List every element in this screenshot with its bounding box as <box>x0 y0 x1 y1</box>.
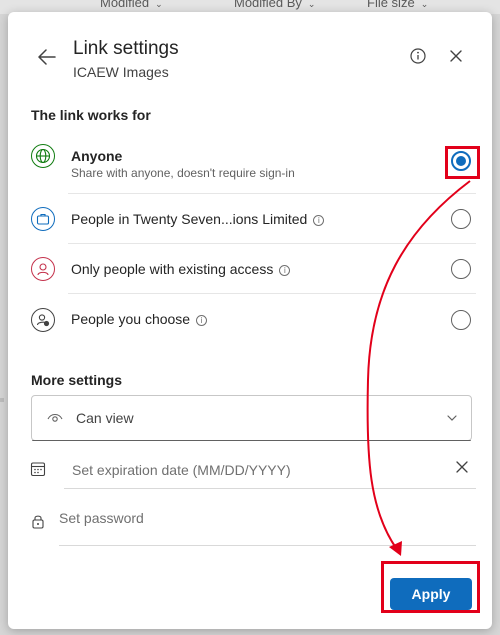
link-settings-dialog: Link settings ICAEW Images The link work… <box>8 12 492 629</box>
chevron-down-icon: ⌄ <box>307 0 316 9</box>
info-icon[interactable]: i <box>196 315 208 326</box>
option-existing-access[interactable]: Only people with existing access i <box>30 244 476 294</box>
column-header-modified[interactable]: Modified ⌄ <box>100 0 163 10</box>
more-settings-label: More settings <box>31 372 123 388</box>
field-underline <box>64 488 476 489</box>
option-people-in-organization[interactable]: People in Twenty Seven...ions Limited i <box>30 194 476 244</box>
background-fragment <box>0 398 4 402</box>
close-icon <box>450 50 462 62</box>
password-placeholder: Set password <box>59 510 144 526</box>
back-button[interactable] <box>36 46 58 68</box>
close-button[interactable] <box>447 47 465 65</box>
radio-existing-access[interactable] <box>451 259 471 279</box>
clear-date-icon[interactable] <box>455 460 469 474</box>
expiration-date-field[interactable]: Set expiration date (MM/DD/YYYY) <box>30 453 476 489</box>
chevron-down-icon <box>447 415 457 421</box>
people-settings-icon <box>31 308 55 332</box>
eye-icon <box>47 413 63 422</box>
password-field[interactable]: Set password <box>30 500 476 546</box>
globe-icon <box>31 144 55 168</box>
option-anyone-label: Anyone <box>71 148 123 164</box>
expiration-date-placeholder: Set expiration date (MM/DD/YYYY) <box>72 462 291 478</box>
briefcase-icon <box>31 207 55 231</box>
link-works-for-label: The link works for <box>31 107 151 123</box>
arrow-left-icon <box>38 49 56 65</box>
chevron-down-icon: ⌄ <box>155 0 163 9</box>
lock-icon <box>32 515 44 529</box>
permission-dropdown[interactable]: Can view <box>31 395 472 441</box>
option-anyone[interactable]: Anyone Share with anyone, doesn't requir… <box>30 140 476 194</box>
column-header-file-size[interactable]: File size ⌄ <box>367 0 428 10</box>
option-people-you-choose-label: People you choose i <box>71 311 208 327</box>
option-existing-access-label: Only people with existing access i <box>71 261 291 277</box>
chevron-down-icon: ⌄ <box>420 0 429 9</box>
person-icon <box>31 257 55 281</box>
dialog-subtitle: ICAEW Images <box>73 64 169 80</box>
radio-people-you-choose[interactable] <box>451 310 471 330</box>
dialog-title: Link settings <box>73 38 179 59</box>
radio-anyone[interactable] <box>451 151 471 171</box>
option-anyone-description: Share with anyone, doesn't require sign-… <box>71 166 295 180</box>
info-button[interactable] <box>409 47 427 65</box>
calendar-icon <box>30 462 46 477</box>
field-underline <box>59 545 476 546</box>
column-header-modified-by[interactable]: Modified By ⌄ <box>234 0 315 10</box>
apply-button[interactable]: Apply <box>390 578 472 610</box>
dropdown-underline <box>32 440 471 441</box>
option-people-you-choose[interactable]: People you choose i <box>30 294 476 344</box>
info-icon[interactable]: i <box>313 215 325 226</box>
radio-people-in-organization[interactable] <box>451 209 471 229</box>
permission-value: Can view <box>76 410 134 426</box>
option-people-in-organization-label: People in Twenty Seven...ions Limited i <box>71 211 325 227</box>
info-icon[interactable]: i <box>279 265 291 276</box>
info-icon <box>410 48 426 64</box>
